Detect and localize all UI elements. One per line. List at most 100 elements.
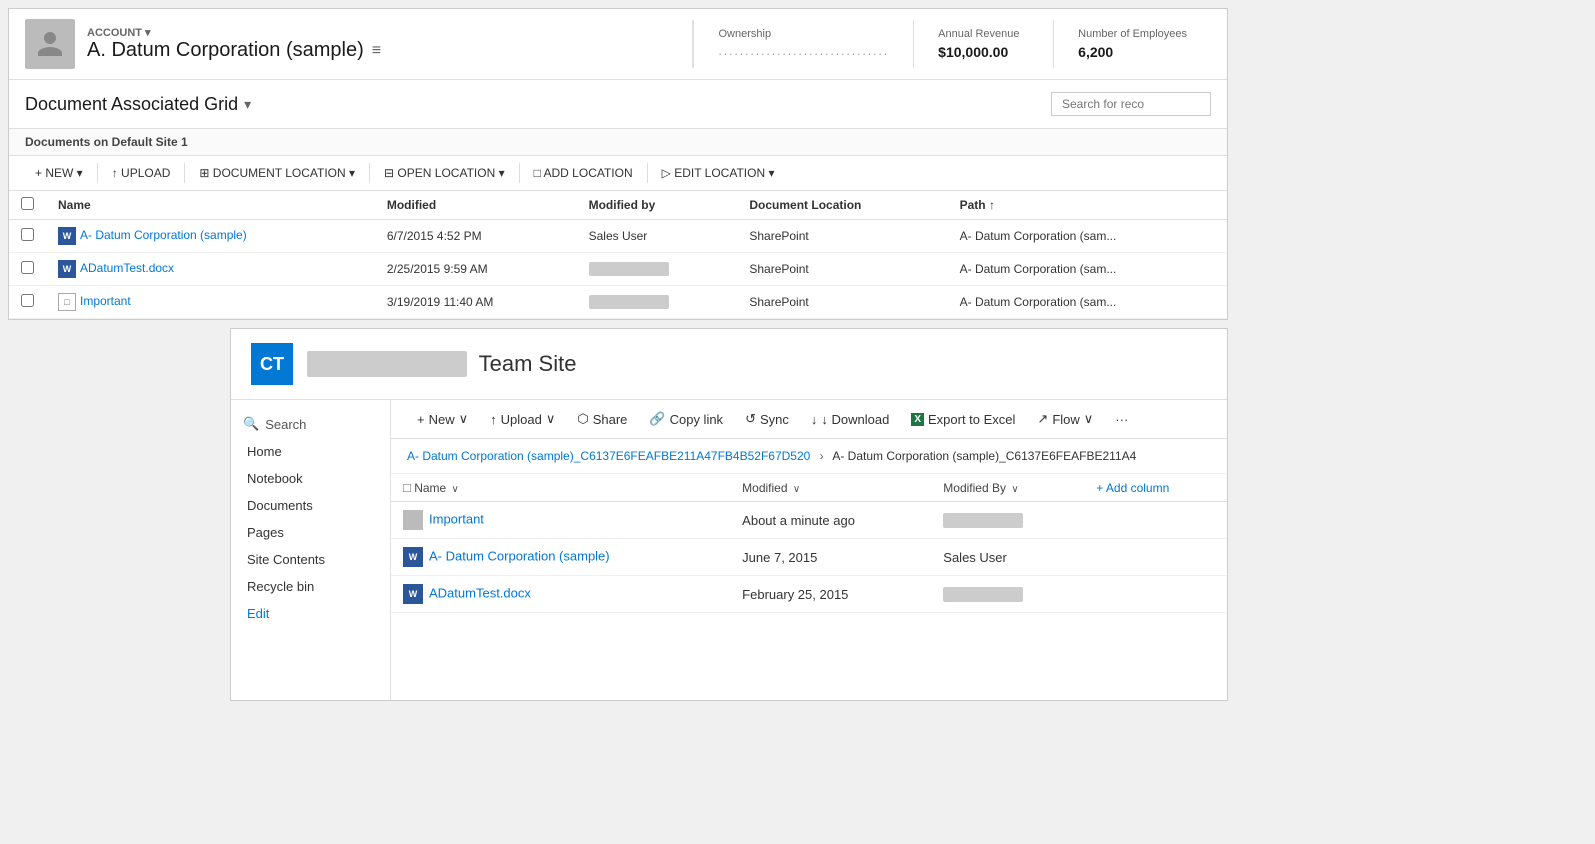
sp-header-text: Team Site <box>307 351 1207 377</box>
select-all-checkbox[interactable] <box>21 197 34 210</box>
sp-file-link[interactable]: ADatumTest.docx <box>429 585 531 600</box>
sp-row-name-cell: W ADatumTest.docx <box>391 576 730 613</box>
employees-label: Number of Employees <box>1078 28 1187 40</box>
sp-row-modified-cell: February 25, 2015 <box>730 576 931 613</box>
redacted-text <box>589 295 669 309</box>
sidebar-item-edit[interactable]: Edit <box>231 600 390 627</box>
document-table: Name Modified Modified by Document Locat… <box>9 191 1227 319</box>
sp-main: + New ∨ ↑ Upload ∨ ⬡ Share 🔗 Copy link <box>391 400 1227 700</box>
col-path-header: Path ↑ <box>948 191 1227 220</box>
file-link[interactable]: ADatumTest.docx <box>80 261 174 275</box>
row-doc-location-cell: SharePoint <box>737 220 947 253</box>
row-checkbox[interactable] <box>21 294 34 307</box>
add-column-label[interactable]: + Add column <box>1096 481 1169 495</box>
upload-button[interactable]: ↑ UPLOAD <box>102 162 181 184</box>
sp-export-button[interactable]: X Export to Excel <box>901 407 1025 432</box>
sp-new-label: New <box>429 412 455 427</box>
row-modified-by-cell <box>577 253 738 286</box>
search-input[interactable] <box>1051 92 1211 116</box>
row-modified-by-cell <box>577 286 738 319</box>
sp-download-button[interactable]: ↓ ↓ Download <box>801 407 899 432</box>
flow-icon: ↗ <box>1037 411 1048 427</box>
doc-grid-title-text: Document Associated Grid <box>25 94 238 115</box>
sidebar-item-notebook[interactable]: Notebook <box>231 465 390 492</box>
sp-search-item[interactable]: 🔍 Search <box>231 410 390 438</box>
row-checkbox[interactable] <box>21 228 34 241</box>
account-label: ACCOUNT ▾ <box>87 26 692 39</box>
employees-value: 6,200 <box>1078 44 1187 60</box>
breadcrumb-part1[interactable]: A- Datum Corporation (sample)_C6137E6FEA… <box>407 449 810 463</box>
sp-sync-button[interactable]: ↺ Sync <box>735 406 799 432</box>
col-checkbox <box>9 191 46 220</box>
open-location-button[interactable]: ⊟ OPEN LOCATION ▾ <box>374 162 515 184</box>
avatar <box>25 19 75 69</box>
col-doc-location-header: Document Location <box>737 191 947 220</box>
sp-flow-label: Flow <box>1052 412 1079 427</box>
row-checkbox-cell <box>9 253 46 286</box>
sp-copy-link-button[interactable]: 🔗 Copy link <box>639 406 733 432</box>
redacted-text <box>943 513 1023 528</box>
sp-command-bar: + New ∨ ↑ Upload ∨ ⬡ Share 🔗 Copy link <box>391 400 1227 439</box>
sp-breadcrumb: A- Datum Corporation (sample)_C6137E6FEA… <box>391 439 1227 474</box>
sidebar-item-pages[interactable]: Pages <box>231 519 390 546</box>
row-checkbox[interactable] <box>21 261 34 274</box>
chevron-down-icon: ∨ <box>1084 411 1094 427</box>
annual-revenue-value: $10,000.00 <box>938 44 1029 60</box>
sp-share-button[interactable]: ⬡ Share <box>567 406 637 432</box>
search-icon: 🔍 <box>243 416 259 432</box>
file-icon-col: □ <box>403 480 411 495</box>
chevron-down-icon[interactable]: ▾ <box>244 96 251 113</box>
sp-row-modified-by-cell: Sales User <box>931 539 1084 576</box>
sp-row-name-cell: Important <box>391 502 730 539</box>
docx-file-icon: W <box>403 584 423 604</box>
col-modified-header: Modified <box>375 191 577 220</box>
ownership-stat: Ownership ..............................… <box>693 20 913 68</box>
table-row: □Important 3/19/2019 11:40 AM SharePoint… <box>9 286 1227 319</box>
word-file-icon: W <box>58 227 76 245</box>
file-link[interactable]: Important <box>80 294 131 308</box>
sp-sync-label: Sync <box>760 412 789 427</box>
hamburger-icon[interactable]: ≡ <box>372 42 381 60</box>
col-name-header: Name <box>46 191 375 220</box>
sp-flow-button[interactable]: ↗ Flow ∨ <box>1027 406 1103 432</box>
table-row: WADatumTest.docx 2/25/2015 9:59 AM Share… <box>9 253 1227 286</box>
word-file-icon: W <box>58 260 76 278</box>
sidebar-item-recycle-bin[interactable]: Recycle bin <box>231 573 390 600</box>
share-icon: ⬡ <box>577 411 588 427</box>
modified-by-text: Sales User <box>589 229 648 243</box>
chevron-down-icon: ∨ <box>459 411 469 427</box>
new-button[interactable]: + NEW ▾ <box>25 162 93 184</box>
sidebar-item-site-contents[interactable]: Site Contents <box>231 546 390 573</box>
add-location-button[interactable]: □ ADD LOCATION <box>524 162 643 184</box>
doc-grid-header: Document Associated Grid ▾ <box>9 80 1227 129</box>
row-modified-cell: 2/25/2015 9:59 AM <box>375 253 577 286</box>
sp-file-link[interactable]: A- Datum Corporation (sample) <box>429 548 610 563</box>
employees-stat: Number of Employees 6,200 <box>1053 20 1211 68</box>
sp-col-add-column[interactable]: + Add column <box>1084 474 1227 502</box>
col-modified-by-header: Modified by <box>577 191 738 220</box>
file-link[interactable]: A- Datum Corporation (sample) <box>80 228 247 242</box>
redacted-text <box>943 587 1023 602</box>
document-location-button[interactable]: ⊞ DOCUMENT LOCATION ▾ <box>189 162 365 184</box>
chevron-down-icon: ∨ <box>546 411 556 427</box>
sp-file-link[interactable]: Important <box>429 511 484 526</box>
sidebar-item-documents[interactable]: Documents <box>231 492 390 519</box>
link-icon: 🔗 <box>649 411 665 427</box>
sp-row-add-col-cell <box>1084 539 1227 576</box>
site-bar: Documents on Default Site 1 <box>9 129 1227 156</box>
crm-header: ACCOUNT ▾ A. Datum Corporation (sample) … <box>9 9 1227 80</box>
sp-share-label: Share <box>593 412 628 427</box>
row-path-cell: A- Datum Corporation (sam... <box>948 253 1227 286</box>
sp-upload-button[interactable]: ↑ Upload ∨ <box>480 406 565 432</box>
sp-col-name-header: □ Name ∨ <box>391 474 730 502</box>
sp-table-row: W ADatumTest.docx February 25, 2015 <box>391 576 1227 613</box>
row-name-cell: □Important <box>46 286 375 319</box>
sp-header: CT Team Site <box>231 329 1227 400</box>
sp-copy-link-label: Copy link <box>670 412 723 427</box>
sort-chevron-icon: ∨ <box>793 484 800 495</box>
sp-export-label: Export to Excel <box>928 412 1015 427</box>
sp-new-button[interactable]: + New ∨ <box>407 406 478 432</box>
edit-location-button[interactable]: ▷ EDIT LOCATION ▾ <box>652 162 785 184</box>
sp-more-button[interactable]: ··· <box>1105 407 1138 432</box>
sidebar-item-home[interactable]: Home <box>231 438 390 465</box>
